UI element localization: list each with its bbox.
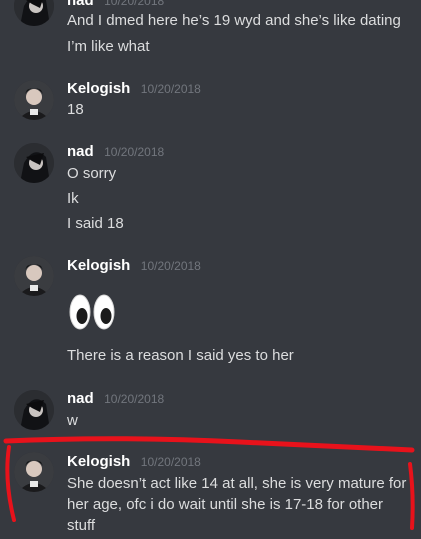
message-text: O sorry xyxy=(67,165,117,182)
avatar[interactable] xyxy=(14,80,54,120)
message-header: Kelogish 10/20/2018 xyxy=(67,257,201,275)
message-text: I’m like what xyxy=(67,38,150,55)
timestamp: 10/20/2018 xyxy=(140,82,201,96)
message-header: nad 10/20/2018 xyxy=(67,143,164,161)
nad-avatar-image xyxy=(14,143,54,183)
username[interactable]: nad xyxy=(67,143,94,160)
username[interactable]: Kelogish xyxy=(67,257,130,274)
timestamp: 10/20/2018 xyxy=(140,455,201,469)
timestamp: 10/20/2018 xyxy=(104,145,165,159)
avatar[interactable] xyxy=(14,143,54,183)
kelogish-avatar-image xyxy=(14,80,54,120)
username[interactable]: nad xyxy=(67,0,94,9)
message-text: w xyxy=(67,412,78,429)
message-text: And I dmed here he’s 19 wyd and she’s li… xyxy=(67,12,401,29)
kelogish-avatar-image xyxy=(14,256,54,296)
timestamp: 10/20/2018 xyxy=(140,259,201,273)
username[interactable]: nad xyxy=(67,390,94,407)
message-header: nad 10/20/2018 xyxy=(67,390,164,408)
message-text: Ik xyxy=(67,190,79,207)
message-text: She doesn’t act like 14 at all, she is v… xyxy=(67,475,407,534)
avatar[interactable] xyxy=(14,256,54,296)
red-highlight-annotation xyxy=(3,436,415,530)
timestamp: 10/20/2018 xyxy=(104,392,165,406)
message-text: I said 18 xyxy=(67,215,124,232)
avatar[interactable] xyxy=(14,0,54,26)
username[interactable]: Kelogish xyxy=(67,453,130,470)
nad-avatar-image xyxy=(14,0,54,26)
message-text: There is a reason I said yes to her xyxy=(67,347,294,364)
avatar[interactable] xyxy=(14,452,54,492)
avatar[interactable] xyxy=(14,390,54,430)
eyes-emoji-icon xyxy=(69,294,115,330)
message-header: Kelogish 10/20/2018 xyxy=(67,80,201,98)
username[interactable]: Kelogish xyxy=(67,80,130,97)
nad-avatar-image xyxy=(14,390,54,430)
message-header: nad 10/20/2018 xyxy=(67,0,164,10)
message-text: 18 xyxy=(67,101,84,118)
message-header: Kelogish 10/20/2018 xyxy=(67,453,201,471)
timestamp: 10/20/2018 xyxy=(104,0,165,8)
kelogish-avatar-image xyxy=(14,452,54,492)
